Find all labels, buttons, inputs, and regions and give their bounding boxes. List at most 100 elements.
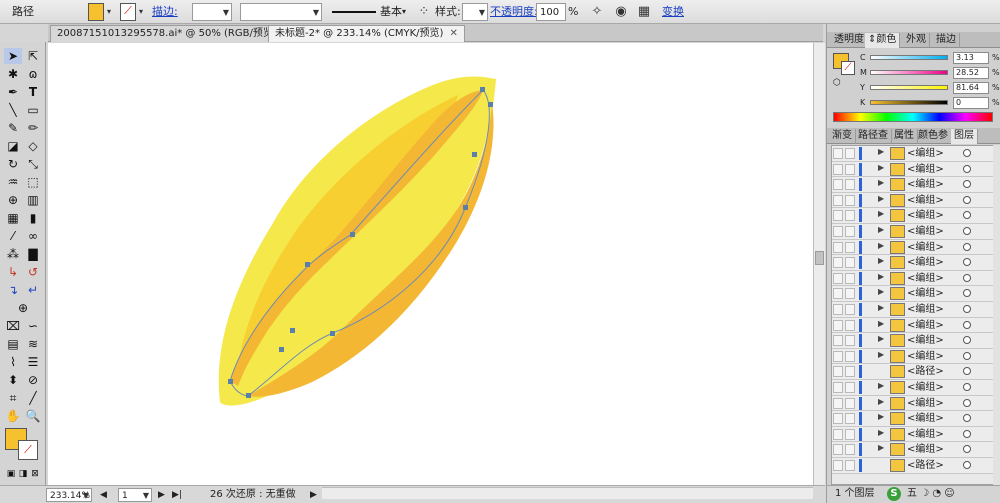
blob-brush-tool-icon[interactable]: ◪ — [4, 138, 22, 154]
crosshair-tool-icon[interactable]: ⊕ — [14, 300, 32, 316]
expand-arrow-icon[interactable]: ▶ — [878, 241, 884, 250]
ime-logo-icon[interactable]: S — [887, 487, 901, 501]
layers-scrollbar[interactable] — [993, 145, 1000, 485]
value-m[interactable]: 28.52 — [953, 67, 989, 79]
visibility-toggle[interactable] — [833, 366, 843, 378]
visibility-toggle[interactable] — [833, 304, 843, 315]
anchor-point[interactable] — [330, 331, 335, 336]
ime-toolbar[interactable]: 五 ☽ ◔ ☺ — [907, 486, 955, 502]
warp-tool-icon[interactable]: ♒ — [4, 174, 22, 190]
visibility-toggle[interactable] — [833, 460, 843, 471]
expand-arrow-icon[interactable]: ▶ — [878, 287, 884, 296]
lock-toggle[interactable] — [845, 272, 855, 284]
target-circle-icon[interactable] — [963, 383, 971, 391]
vertical-scrollbar[interactable] — [813, 43, 825, 485]
layer-row[interactable]: ▶ <编组> — [832, 239, 995, 256]
target-circle-icon[interactable] — [963, 211, 971, 220]
expand-arrow-icon[interactable]: ▶ — [878, 428, 884, 437]
align-to-icon[interactable]: ▦ — [636, 3, 652, 21]
visibility-toggle[interactable] — [833, 163, 843, 175]
stroke-weight-select[interactable]: ▼ — [192, 3, 232, 21]
tab-transparency[interactable]: 透明度 — [831, 33, 868, 48]
tab-attributes[interactable]: 属性 — [891, 129, 918, 144]
tab-gradient[interactable]: 渐变 — [829, 129, 856, 144]
visibility-toggle[interactable] — [833, 179, 843, 191]
tab-stroke[interactable]: 描边 — [933, 33, 960, 48]
zoom-tool-icon[interactable]: 🔍 — [24, 408, 42, 424]
visibility-toggle[interactable] — [833, 241, 843, 253]
target-circle-icon[interactable] — [963, 242, 971, 251]
layer-row[interactable]: ▶ <编组> — [832, 317, 995, 334]
expand-arrow-icon[interactable]: ▶ — [878, 163, 884, 172]
target-circle-icon[interactable] — [963, 149, 971, 157]
close-icon[interactable]: ✕ — [449, 28, 457, 39]
anchor-point[interactable] — [350, 232, 355, 237]
visibility-toggle[interactable] — [833, 319, 843, 331]
crop-tool-icon[interactable]: ⌗ — [4, 390, 22, 406]
target-circle-icon[interactable] — [963, 180, 971, 189]
first-page-icon[interactable]: ◀ — [100, 488, 107, 502]
last-page-icon[interactable]: ▶| — [172, 488, 182, 502]
tab-document-1[interactable]: 20087151013295578.ai* @ 50% (RGB/预览)✕ — [50, 25, 299, 42]
anchor-point[interactable] — [463, 205, 468, 210]
visibility-toggle[interactable] — [833, 210, 843, 222]
layer-row[interactable]: ▶ <编组> — [832, 161, 995, 178]
value-c[interactable]: 3.13 — [953, 52, 989, 64]
lasso-tool-icon[interactable]: ɷ — [24, 66, 42, 82]
expand-arrow-icon[interactable]: ▶ — [878, 256, 884, 265]
expand-arrow-icon[interactable]: ▶ — [878, 147, 884, 156]
visibility-toggle[interactable] — [833, 272, 843, 284]
layer-row[interactable]: ▶ <编组> — [832, 411, 995, 427]
canvas[interactable] — [48, 43, 813, 485]
anchor-point[interactable] — [246, 393, 251, 398]
anchor-point[interactable] — [290, 328, 295, 333]
lock-toggle[interactable] — [845, 397, 855, 409]
hand-tool-icon[interactable]: ✋ — [4, 408, 22, 424]
scale-tool-icon[interactable]: ⤡ — [24, 156, 42, 172]
value-k[interactable]: 0 — [953, 97, 989, 109]
lock-toggle[interactable] — [845, 163, 855, 175]
layer-row[interactable]: ▶ <编组> — [832, 177, 995, 193]
layer-row[interactable]: ▶ <编组> — [832, 208, 995, 224]
lock-toggle[interactable] — [845, 350, 855, 362]
lock-toggle[interactable] — [845, 304, 855, 315]
lock-toggle[interactable] — [845, 319, 855, 331]
brush-definition-icon[interactable]: ⁘ — [416, 3, 432, 21]
visibility-toggle[interactable] — [833, 335, 843, 347]
target-circle-icon[interactable] — [963, 461, 971, 469]
lock-toggle[interactable] — [845, 257, 855, 269]
lock-toggle[interactable] — [845, 428, 855, 440]
visibility-toggle[interactable] — [833, 257, 843, 269]
target-circle-icon[interactable] — [963, 320, 971, 329]
expand-arrow-icon[interactable]: ▶ — [878, 225, 884, 234]
expand-arrow-icon[interactable]: ▶ — [878, 334, 884, 343]
layer-row[interactable]: ▶ <编组> — [832, 302, 995, 318]
pencil-tool-icon[interactable]: ✏ — [24, 120, 42, 136]
anchor-point[interactable] — [480, 87, 485, 92]
target-circle-icon[interactable] — [963, 445, 971, 454]
lock-toggle[interactable] — [845, 382, 855, 393]
expand-arrow-icon[interactable]: ▶ — [878, 350, 884, 359]
layer-row[interactable]: ▶ <编组> — [832, 426, 995, 443]
shape-builder-tool-icon[interactable]: ⊕ — [4, 192, 22, 208]
target-circle-icon[interactable] — [963, 398, 971, 407]
blend-tool-icon[interactable]: ∞ — [24, 228, 42, 244]
tab-layers[interactable]: 图层 — [951, 129, 978, 144]
layer-row[interactable]: ▶ <编组> — [832, 333, 995, 349]
lock-toggle[interactable] — [845, 226, 855, 237]
eyedropper-tool-icon[interactable]: ⁄ — [4, 228, 22, 244]
lock-toggle[interactable] — [845, 194, 855, 206]
layer-row[interactable]: <路径> — [832, 364, 995, 380]
lock-toggle[interactable] — [845, 148, 855, 159]
status-menu-icon[interactable]: ▶ — [310, 488, 317, 502]
expand-arrow-icon[interactable]: ▶ — [878, 303, 884, 312]
visibility-toggle[interactable] — [833, 288, 843, 300]
tab-appearance[interactable]: 外观 — [903, 33, 930, 48]
visibility-toggle[interactable] — [833, 444, 843, 456]
graph-tool-icon[interactable]: ▤ — [4, 336, 22, 352]
color-stroke-swatch[interactable]: ⟋ — [841, 61, 855, 75]
gradient-tool-icon[interactable]: ▮ — [24, 210, 42, 226]
live-paint-select-tool-icon[interactable]: ⊘ — [24, 372, 42, 388]
slider-y[interactable] — [870, 85, 948, 90]
target-circle-icon[interactable] — [963, 367, 971, 376]
